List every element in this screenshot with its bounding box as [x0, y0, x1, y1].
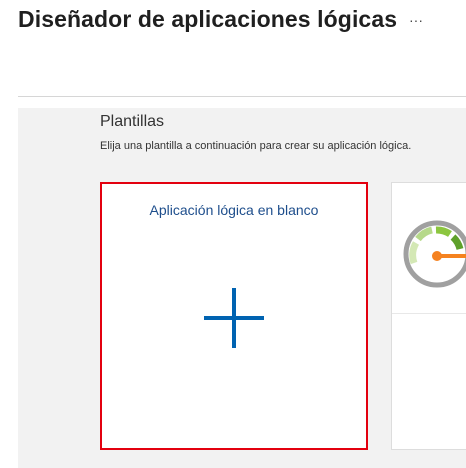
templates-panel: Plantillas Elija una plantilla a continu… — [18, 108, 466, 468]
gauge-icon — [403, 220, 466, 288]
plus-icon — [204, 288, 264, 348]
blank-logic-app-template-card[interactable]: Aplicación lógica en blanco — [100, 182, 368, 450]
template-card-title: Aplicación lógica en blanco — [149, 202, 319, 218]
header-divider — [18, 96, 466, 97]
more-options-button[interactable]: ··· — [404, 8, 428, 32]
templates-section-title: Plantillas — [100, 113, 165, 130]
card-divider — [392, 313, 466, 314]
page-header: Diseñador de aplicaciones lógicas ··· — [0, 0, 466, 96]
page-title: Diseñador de aplicaciones lógicas — [18, 6, 398, 32]
template-card-partial[interactable] — [391, 182, 466, 450]
templates-section-subtitle: Elija una plantilla a continuación para … — [100, 140, 412, 152]
